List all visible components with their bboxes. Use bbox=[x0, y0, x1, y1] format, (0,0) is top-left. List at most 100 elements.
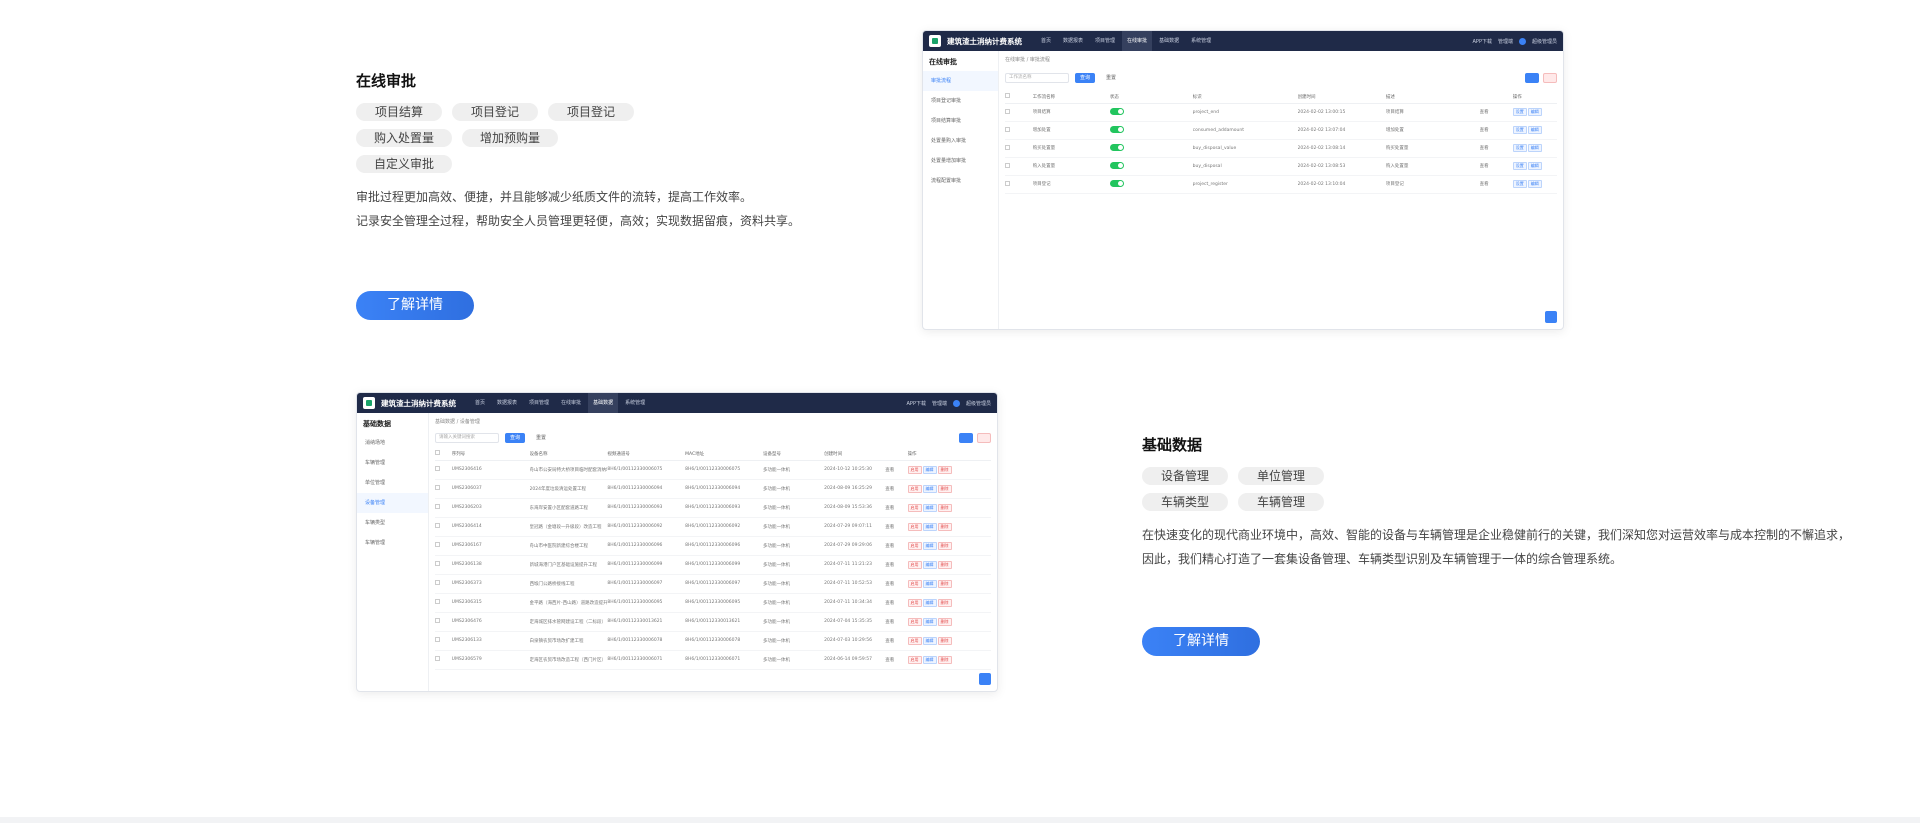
side-item[interactable]: 项目登记审批 bbox=[923, 91, 998, 111]
row-checkbox[interactable] bbox=[435, 580, 440, 585]
row-checkbox[interactable] bbox=[435, 542, 440, 547]
nav-item-approval[interactable]: 在线审批 bbox=[556, 393, 586, 413]
delete-action[interactable]: 删除 bbox=[937, 598, 952, 607]
status-toggle[interactable] bbox=[1109, 107, 1124, 115]
row-checkbox[interactable] bbox=[435, 561, 440, 566]
search-input[interactable]: 请输入关键词搜索 bbox=[435, 433, 499, 443]
nav-item-basic-data[interactable]: 基础数据 bbox=[1154, 31, 1184, 51]
nav-item-projects[interactable]: 项目管理 bbox=[524, 393, 554, 413]
status-toggle[interactable] bbox=[1109, 161, 1124, 169]
row-checkbox[interactable] bbox=[1005, 126, 1010, 132]
delete-action[interactable]: 删除 bbox=[937, 541, 952, 550]
enable-action[interactable]: 启用 bbox=[907, 579, 922, 588]
delete-action[interactable]: 删除 bbox=[937, 636, 952, 645]
search-button[interactable]: 查询 bbox=[1075, 73, 1096, 83]
add-button[interactable] bbox=[959, 433, 973, 443]
select-all-checkbox[interactable] bbox=[1005, 93, 1010, 99]
side-item[interactable]: 项目结算审批 bbox=[923, 111, 998, 131]
learn-more-button[interactable]: 了解详情 bbox=[1142, 627, 1260, 656]
enable-action[interactable]: 启用 bbox=[907, 541, 922, 550]
nav-item-projects[interactable]: 项目管理 bbox=[1090, 31, 1120, 51]
edit-action[interactable]: 编辑 bbox=[922, 484, 937, 493]
side-item[interactable]: 车辆管理 bbox=[357, 453, 428, 473]
admin-link[interactable]: 管理端 bbox=[932, 400, 947, 407]
select-all-checkbox[interactable] bbox=[435, 450, 440, 456]
enable-action[interactable]: 启用 bbox=[907, 617, 922, 626]
enable-action[interactable]: 启用 bbox=[907, 655, 922, 664]
search-input[interactable]: 工作流名称 bbox=[1005, 73, 1069, 83]
edit-action[interactable]: 编辑 bbox=[922, 655, 937, 664]
row-checkbox[interactable] bbox=[435, 656, 440, 661]
side-item[interactable]: 单位管理 bbox=[357, 473, 428, 493]
delete-button[interactable] bbox=[1543, 73, 1557, 83]
edit-action[interactable]: 编辑 bbox=[922, 522, 937, 531]
edit-action[interactable]: 编辑 bbox=[922, 598, 937, 607]
row-checkbox[interactable] bbox=[1005, 144, 1010, 150]
edit-action[interactable]: 编辑 bbox=[922, 636, 937, 645]
delete-action[interactable]: 删除 bbox=[937, 522, 952, 531]
side-item[interactable]: 车辆管理 bbox=[357, 533, 428, 553]
avatar[interactable] bbox=[952, 399, 960, 407]
edit-action[interactable]: 编辑 bbox=[1527, 144, 1542, 152]
enable-action[interactable]: 启用 bbox=[907, 522, 922, 531]
delete-action[interactable]: 删除 bbox=[937, 465, 952, 474]
side-item[interactable]: 消纳场地 bbox=[357, 433, 428, 453]
search-button[interactable]: 查询 bbox=[505, 433, 526, 443]
nav-item-approval[interactable]: 在线审批 bbox=[1122, 31, 1153, 51]
settings-action[interactable]: 设置 bbox=[1512, 126, 1527, 134]
nav-item-system[interactable]: 系统管理 bbox=[620, 393, 650, 413]
row-checkbox[interactable] bbox=[435, 637, 440, 642]
edit-action[interactable]: 编辑 bbox=[922, 465, 937, 474]
row-checkbox[interactable] bbox=[435, 504, 440, 509]
enable-action[interactable]: 启用 bbox=[907, 560, 922, 569]
edit-action[interactable]: 编辑 bbox=[1527, 108, 1542, 116]
row-checkbox[interactable] bbox=[1005, 108, 1010, 114]
delete-action[interactable]: 删除 bbox=[937, 617, 952, 626]
delete-action[interactable]: 删除 bbox=[937, 655, 952, 664]
enable-action[interactable]: 启用 bbox=[907, 598, 922, 607]
learn-more-button[interactable]: 了解详情 bbox=[356, 291, 474, 320]
settings-float-button[interactable] bbox=[1545, 311, 1557, 323]
avatar[interactable] bbox=[1518, 37, 1526, 45]
reset-button[interactable]: 重置 bbox=[1101, 73, 1121, 83]
reset-button[interactable]: 重置 bbox=[531, 433, 551, 443]
settings-action[interactable]: 设置 bbox=[1512, 180, 1527, 188]
app-download-link[interactable]: APP下载 bbox=[907, 400, 926, 407]
nav-item-home[interactable]: 首页 bbox=[470, 393, 490, 413]
status-toggle[interactable] bbox=[1109, 143, 1124, 151]
enable-action[interactable]: 启用 bbox=[907, 503, 922, 512]
settings-action[interactable]: 设置 bbox=[1512, 108, 1527, 116]
row-checkbox[interactable] bbox=[435, 466, 440, 471]
nav-item-home[interactable]: 首页 bbox=[1036, 31, 1056, 51]
row-checkbox[interactable] bbox=[1005, 180, 1010, 186]
user-name[interactable]: 超级管理员 bbox=[966, 400, 991, 407]
admin-link[interactable]: 管理端 bbox=[1498, 38, 1513, 45]
row-checkbox[interactable] bbox=[1005, 162, 1010, 168]
edit-action[interactable]: 编辑 bbox=[922, 541, 937, 550]
status-toggle[interactable] bbox=[1109, 179, 1124, 187]
row-checkbox[interactable] bbox=[435, 523, 440, 528]
side-item[interactable]: 审批流程 bbox=[923, 71, 998, 91]
edit-action[interactable]: 编辑 bbox=[1527, 126, 1542, 134]
settings-float-button[interactable] bbox=[979, 673, 991, 685]
settings-action[interactable]: 设置 bbox=[1512, 144, 1527, 152]
edit-action[interactable]: 编辑 bbox=[922, 617, 937, 626]
side-item[interactable]: 车辆类型 bbox=[357, 513, 428, 533]
side-item[interactable]: 流程配置审批 bbox=[923, 171, 998, 191]
add-button[interactable] bbox=[1525, 73, 1539, 83]
row-checkbox[interactable] bbox=[435, 618, 440, 623]
delete-action[interactable]: 删除 bbox=[937, 484, 952, 493]
settings-action[interactable]: 设置 bbox=[1512, 162, 1527, 170]
side-item[interactable]: 处置量购入审批 bbox=[923, 131, 998, 151]
delete-action[interactable]: 删除 bbox=[937, 579, 952, 588]
row-checkbox[interactable] bbox=[435, 599, 440, 604]
row-checkbox[interactable] bbox=[435, 485, 440, 490]
edit-action[interactable]: 编辑 bbox=[922, 579, 937, 588]
edit-action[interactable]: 编辑 bbox=[922, 503, 937, 512]
nav-item-reports[interactable]: 数据报表 bbox=[1058, 31, 1088, 51]
edit-action[interactable]: 编辑 bbox=[1527, 162, 1542, 170]
app-download-link[interactable]: APP下载 bbox=[1473, 38, 1492, 45]
status-toggle[interactable] bbox=[1109, 125, 1124, 133]
nav-item-reports[interactable]: 数据报表 bbox=[492, 393, 522, 413]
edit-action[interactable]: 编辑 bbox=[1527, 180, 1542, 188]
